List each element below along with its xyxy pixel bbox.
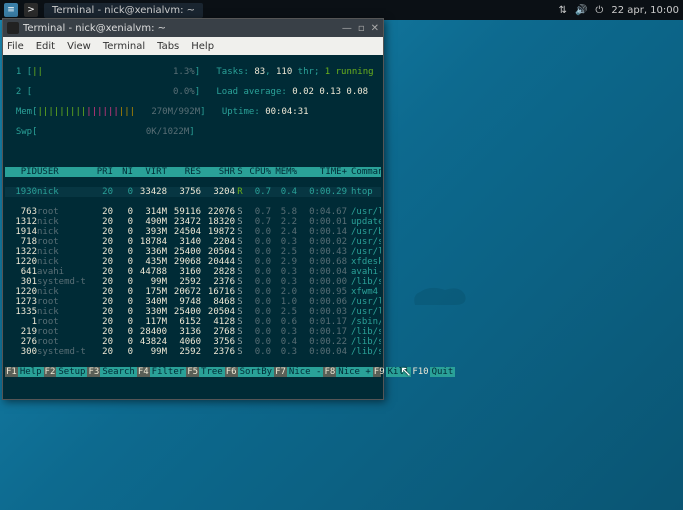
fn-key: F4 <box>137 367 150 377</box>
minimize-button[interactable]: — <box>342 23 352 34</box>
function-bar: F1HelpF2SetupF3SearchF4FilterF5TreeF6Sor… <box>5 367 381 377</box>
running-label: running <box>336 67 374 77</box>
task-label: Terminal - nick@xenialvm: ~ <box>52 5 195 16</box>
process-row[interactable]: 1273 root200340M97488468S0.01.00:00.06/u… <box>5 297 381 307</box>
uptime: 00:04:31 <box>265 107 308 117</box>
menubar: File Edit View Terminal Tabs Help <box>3 37 383 55</box>
close-button[interactable]: ✕ <box>371 23 379 34</box>
fn-key: F5 <box>186 367 199 377</box>
fn-action-quit[interactable]: Quit <box>430 367 456 377</box>
mem-total: 992M <box>178 107 200 117</box>
process-header: PID USERPRINIVIRTRESSHRSCPU%MEM%TIME+Com… <box>5 167 381 177</box>
process-row[interactable]: 763 root200314M5911622076S0.75.80:04.67/… <box>5 207 381 217</box>
swp-used: 0K <box>146 127 157 137</box>
process-row[interactable]: 301 systemd-t20099M25922376S0.00.30:00.0… <box>5 277 381 287</box>
volume-icon[interactable]: 🔊 <box>575 5 587 16</box>
menu-item-terminal[interactable]: Terminal <box>103 41 145 52</box>
wallpaper-logo <box>410 280 470 310</box>
fn-action-sortby[interactable]: SortBy <box>238 367 275 377</box>
fn-key: F3 <box>87 367 100 377</box>
menu-item-help[interactable]: Help <box>191 41 214 52</box>
fn-action-search[interactable]: Search <box>100 367 137 377</box>
window-title: Terminal - nick@xenialvm: ~ <box>23 23 166 34</box>
process-row[interactable]: 641 avahi2004478831602828S0.00.30:00.04a… <box>5 267 381 277</box>
mem-used: 270M <box>151 107 173 117</box>
fn-action-setup[interactable]: Setup <box>56 367 87 377</box>
process-row-selected[interactable]: 1930 nick2003342837563204R0.70.40:00.29h… <box>5 187 381 197</box>
process-row[interactable]: 219 root2002840031362768S0.00.30:00.17/l… <box>5 327 381 337</box>
menu-item-file[interactable]: File <box>7 41 24 52</box>
terminal-launcher-icon[interactable]: > <box>24 3 38 17</box>
cpu1-pct: 1.3% <box>173 67 195 77</box>
taskbar-item-terminal[interactable]: Terminal - nick@xenialvm: ~ <box>44 3 203 18</box>
tasks-total: 110 <box>276 67 292 77</box>
fn-action-tree[interactable]: Tree <box>199 367 225 377</box>
fn-action-filter[interactable]: Filter <box>150 367 187 377</box>
process-row[interactable]: 718 root2001878431402204S0.00.30:00.02/u… <box>5 237 381 247</box>
cpu2-pct: 0.0% <box>173 87 195 97</box>
process-row[interactable]: 1220 nick200435M2906820444S0.02.90:00.68… <box>5 257 381 267</box>
clock[interactable]: 22 apr, 10:00 <box>611 5 679 16</box>
fn-key: F6 <box>225 367 238 377</box>
maximize-button[interactable]: ▫ <box>358 23 365 34</box>
network-icon[interactable]: ⇅ <box>559 5 567 16</box>
cursor-icon: ↖ <box>400 364 412 380</box>
process-row[interactable]: 1335 nick200330M2540020504S0.02.50:00.03… <box>5 307 381 317</box>
process-row[interactable]: 1220 nick200175M2067216716S0.02.00:00.95… <box>5 287 381 297</box>
titlebar[interactable]: Terminal - nick@xenialvm: ~ — ▫ ✕ <box>3 19 383 37</box>
top-panel: ≡ > Terminal - nick@xenialvm: ~ ⇅ 🔊 ⏻ 22… <box>0 0 683 20</box>
fn-key: F1 <box>5 367 18 377</box>
load: 0.02 0.13 0.08 <box>292 87 368 97</box>
menu-item-view[interactable]: View <box>67 41 91 52</box>
process-row[interactable]: 1322 nick200336M2540020504S0.02.50:00.43… <box>5 247 381 257</box>
menu-item-tabs[interactable]: Tabs <box>157 41 179 52</box>
fn-key: F8 <box>323 367 336 377</box>
thr: 1 <box>325 67 330 77</box>
fn-key: F7 <box>274 367 287 377</box>
app-menu-icon[interactable]: ≡ <box>4 3 18 17</box>
process-row[interactable]: 276 root2004382440603756S0.00.40:00.22/l… <box>5 337 381 347</box>
tasks: 83 <box>254 67 265 77</box>
fn-action-help[interactable]: Help <box>18 367 44 377</box>
window-icon <box>7 22 19 34</box>
process-row[interactable]: 1 root200117M61524128S0.00.60:01.17/sbin… <box>5 317 381 327</box>
process-row[interactable]: 1914 nick200393M2450419872S0.02.40:00.14… <box>5 227 381 237</box>
terminal-window: Terminal - nick@xenialvm: ~ — ▫ ✕ File Ed… <box>2 18 384 400</box>
fn-key: F2 <box>44 367 57 377</box>
fn-action-nice[interactable]: Nice - <box>287 367 324 377</box>
fn-action-nice[interactable]: Nice + <box>336 367 373 377</box>
menu-item-edit[interactable]: Edit <box>36 41 55 52</box>
process-row[interactable]: 300 systemd-t20099M25922376S0.00.30:00.0… <box>5 347 381 357</box>
process-row[interactable]: 1312 nick200490M2347218320S0.72.20:00.01… <box>5 217 381 227</box>
fn-key: F9 <box>373 367 386 377</box>
swp-total: 1022M <box>162 127 189 137</box>
terminal-body[interactable]: 1 [|| 1.3%] Tasks: 83, 110 thr; 1 runnin… <box>3 55 383 399</box>
power-icon[interactable]: ⏻ <box>595 5 603 16</box>
fn-key: F10 <box>411 367 429 377</box>
